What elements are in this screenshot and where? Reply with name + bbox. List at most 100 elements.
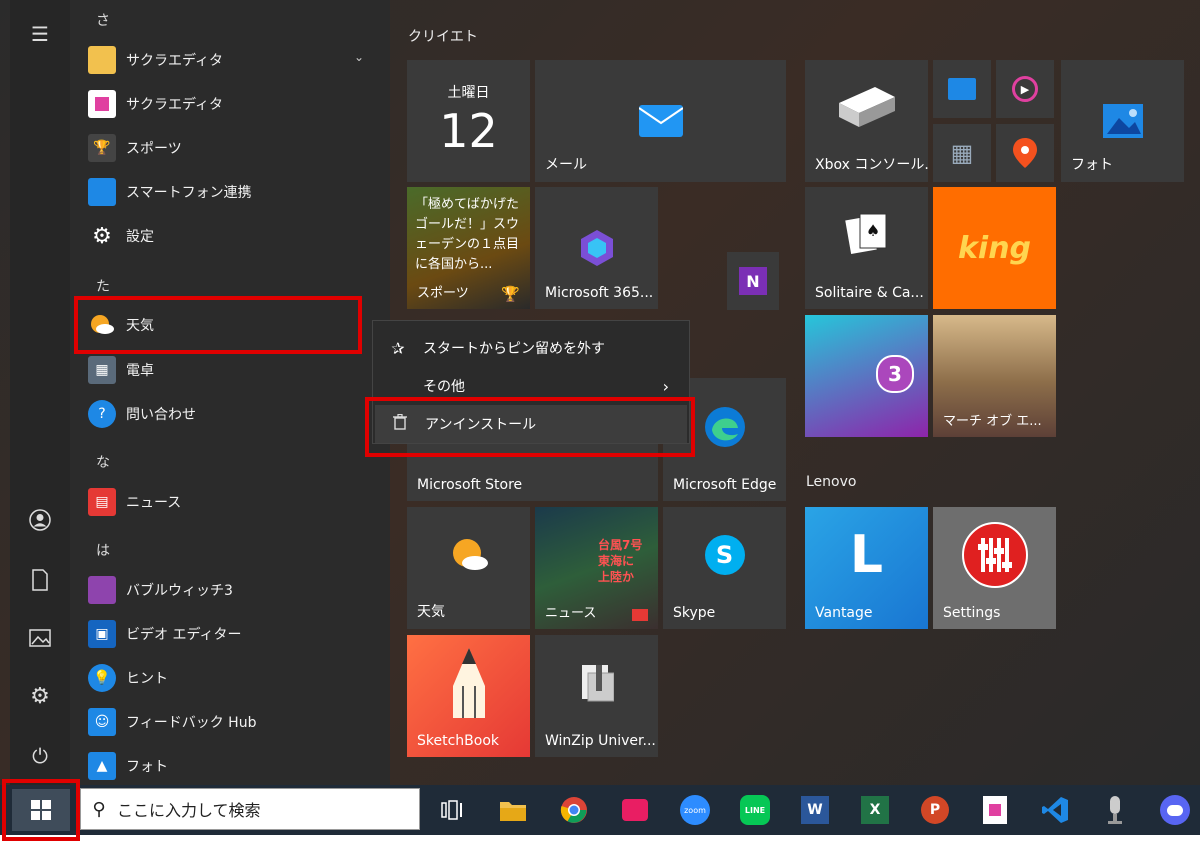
- tile-label: Vantage: [815, 605, 873, 621]
- user-account-icon[interactable]: [20, 500, 60, 540]
- app-item-sports[interactable]: 🏆 スポーツ: [88, 128, 378, 168]
- letter-header-sa[interactable]: さ: [96, 10, 110, 30]
- tile-maps[interactable]: [996, 124, 1054, 182]
- pictures-icon[interactable]: [20, 618, 60, 658]
- zoom-icon[interactable]: zoom: [677, 792, 713, 828]
- tile-label: WinZip Univer...: [545, 733, 656, 749]
- app-label: ニュース: [126, 495, 182, 511]
- groove-music-icon: ▶: [996, 60, 1054, 118]
- sports-headline: 「極めてばかげたゴールだ！」スウェーデンの１点目に各国から...: [415, 197, 520, 272]
- gear-icon: ⚙: [92, 223, 112, 249]
- power-icon[interactable]: ⏻: [20, 736, 60, 776]
- calendar-day: 土曜日: [447, 85, 490, 101]
- word-icon[interactable]: W: [797, 792, 833, 828]
- app-label: フィードバック Hub: [126, 715, 257, 731]
- tile-lenovo-vantage[interactable]: L Vantage: [805, 507, 928, 629]
- app-label: フォト: [126, 759, 168, 775]
- chrome-icon[interactable]: [556, 792, 592, 828]
- menu-item-unpin[interactable]: ✰ スタートからピン留めを外す: [373, 329, 689, 367]
- app-item-sakura-editor[interactable]: サクラエディタ: [88, 84, 378, 124]
- vscode-icon[interactable]: [1037, 792, 1073, 828]
- trophy-icon: 🏆: [501, 285, 520, 303]
- app-item-phone-link[interactable]: スマートフォン連携: [88, 172, 378, 212]
- tile-calculator[interactable]: ▦: [933, 124, 991, 182]
- app-item-sakura-folder[interactable]: サクラエディタ ⌄: [88, 40, 378, 80]
- news-icon: ▤: [88, 488, 116, 516]
- highlight-uninstall: [365, 397, 695, 457]
- taskbar: ⚲ ここに入力して検索 zoom LINE W X P: [0, 785, 1200, 835]
- tile-bubble-witch[interactable]: 3: [805, 315, 928, 437]
- app-item-video-editor[interactable]: ▣ ビデオ エディター: [88, 614, 378, 654]
- settings-gear-icon[interactable]: ⚙: [20, 676, 60, 716]
- tile-onenote[interactable]: N: [727, 252, 779, 310]
- app-label: 電卓: [126, 363, 154, 379]
- discord-icon[interactable]: [1157, 792, 1193, 828]
- app-label: サクラエディタ: [126, 53, 224, 69]
- app-label: サクラエディタ: [126, 97, 224, 113]
- search-icon: ⚲: [92, 798, 106, 820]
- tile-march-of-empires[interactable]: マーチ オブ エ...: [933, 315, 1056, 437]
- tile-sports[interactable]: 「極めてばかげたゴールだ！」スウェーデンの１点目に各国から... スポーツ 🏆: [407, 187, 530, 309]
- app-label: ヒント: [126, 671, 168, 687]
- screen-recorder-icon[interactable]: [617, 792, 653, 828]
- group-title-lenovo[interactable]: Lenovo: [806, 474, 856, 490]
- microphone-icon[interactable]: [1097, 792, 1133, 828]
- excel-icon[interactable]: X: [857, 792, 893, 828]
- app-item-get-help[interactable]: ? 問い合わせ: [88, 394, 378, 434]
- tile-label: フォト: [1071, 157, 1113, 173]
- calculator-icon: ▦: [950, 139, 974, 167]
- task-view-icon[interactable]: [434, 792, 470, 828]
- news-icon: [632, 609, 648, 621]
- tile-label: Skype: [673, 605, 716, 621]
- letter-header-ta[interactable]: た: [96, 276, 110, 296]
- search-box[interactable]: ⚲ ここに入力して検索: [80, 788, 420, 830]
- group-title-create[interactable]: クリイエト: [408, 26, 478, 46]
- letter-header-na[interactable]: な: [96, 452, 110, 472]
- hamburger-menu-icon[interactable]: ☰: [20, 14, 60, 54]
- app-item-settings[interactable]: ⚙ 設定: [88, 216, 378, 256]
- letter-header-ha[interactable]: は: [96, 540, 110, 560]
- powerpoint-icon[interactable]: P: [917, 792, 953, 828]
- tile-movies-tv[interactable]: [933, 60, 991, 118]
- highlight-start-button: [2, 779, 80, 841]
- tile-news[interactable]: 台風7号 東海に 上陸か ニュース: [535, 507, 658, 629]
- app-label: スマートフォン連携: [126, 185, 252, 201]
- xbox-console-icon: [805, 60, 928, 152]
- tile-microsoft-365[interactable]: Microsoft 365...: [535, 187, 658, 309]
- menu-item-label: スタートからピン留めを外す: [423, 341, 605, 357]
- tile-skype[interactable]: S Skype: [663, 507, 786, 629]
- tile-king[interactable]: king: [933, 187, 1056, 309]
- app-item-bubble-witch[interactable]: バブルウィッチ3: [88, 570, 378, 610]
- tile-xbox-console[interactable]: Xbox コンソール...: [805, 60, 928, 182]
- tile-groove-music[interactable]: ▶: [996, 60, 1054, 118]
- map-pin-icon: [996, 124, 1054, 182]
- tile-solitaire[interactable]: ♠ Solitaire & Ca...: [805, 187, 928, 309]
- documents-icon[interactable]: [20, 560, 60, 600]
- app-item-tips[interactable]: 💡 ヒント: [88, 658, 378, 698]
- tile-sketchbook[interactable]: SketchBook: [407, 635, 530, 757]
- tile-label: Xbox コンソール...: [815, 157, 928, 173]
- vantage-logo: L: [849, 525, 884, 585]
- help-icon: ?: [88, 400, 116, 428]
- app-label: 問い合わせ: [126, 407, 196, 423]
- tile-weather[interactable]: 天気: [407, 507, 530, 629]
- tile-calendar[interactable]: 土曜日 12: [407, 60, 530, 182]
- equalizer-icon: [933, 507, 1056, 603]
- line-icon[interactable]: LINE: [737, 792, 773, 828]
- tile-lenovo-settings[interactable]: Settings: [933, 507, 1056, 629]
- sakura-editor-icon[interactable]: [977, 792, 1013, 828]
- app-item-feedback-hub[interactable]: ☺ フィードバック Hub: [88, 702, 378, 742]
- app-item-photos[interactable]: ▲ フォト: [88, 746, 378, 785]
- app-item-calculator[interactable]: ▦ 電卓: [88, 350, 378, 390]
- menu-item-label: その他: [423, 379, 465, 395]
- tile-photos[interactable]: フォト: [1061, 60, 1184, 182]
- tile-winzip[interactable]: WinZip Univer...: [535, 635, 658, 757]
- file-explorer-icon[interactable]: [495, 792, 531, 828]
- app-label: ビデオ エディター: [126, 627, 242, 643]
- calculator-icon: ▦: [88, 356, 116, 384]
- chevron-down-icon[interactable]: ⌄: [354, 50, 364, 64]
- tile-mail[interactable]: メール: [535, 60, 786, 182]
- app-item-news[interactable]: ▤ ニュース: [88, 482, 378, 522]
- feedback-hub-icon: ☺: [88, 708, 116, 736]
- photos-icon: ▲: [88, 752, 116, 780]
